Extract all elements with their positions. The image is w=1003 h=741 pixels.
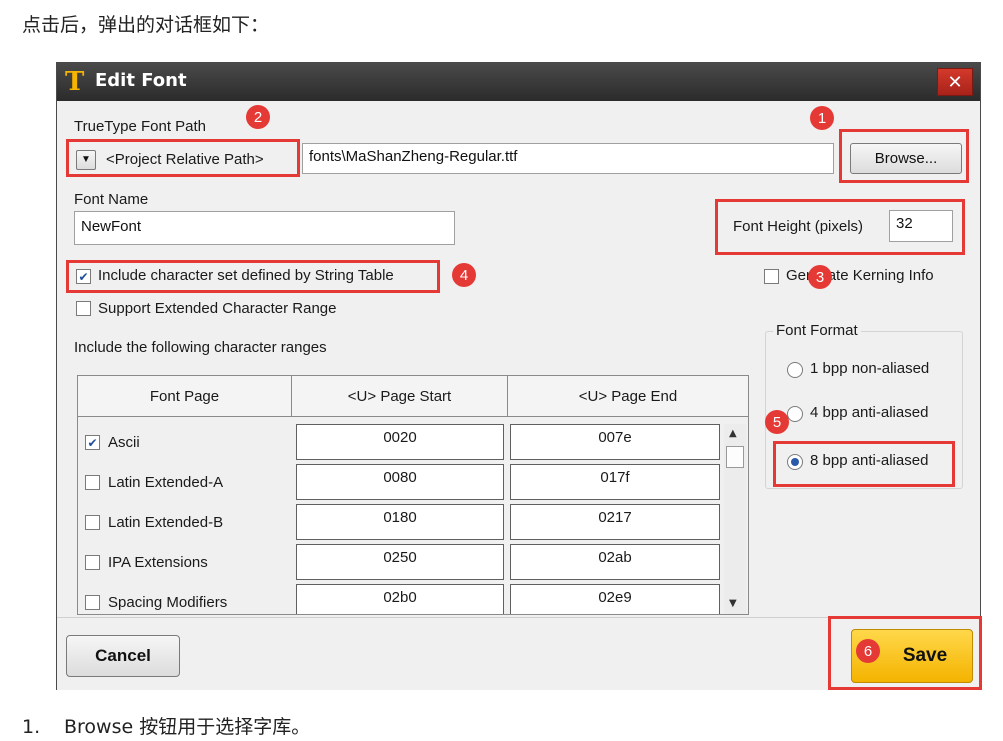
table-row: IPA Extensions — [78, 544, 292, 582]
page-end-input[interactable]: 0217 — [510, 504, 720, 540]
annotation-badge: 6 — [856, 639, 880, 663]
page-start-input[interactable]: 0080 — [296, 464, 504, 500]
page-end-input[interactable]: 017f — [510, 464, 720, 500]
extended-range-label: Support Extended Character Range — [98, 300, 337, 317]
row-label: Spacing Modifiers — [108, 594, 228, 611]
close-icon: ✕ — [947, 71, 963, 93]
intro-text: 点击后，弹出的对话框如下： — [22, 14, 270, 36]
row-label: IPA Extensions — [108, 554, 208, 571]
footer-number: 1. — [22, 716, 41, 738]
highlight-box-font-height — [715, 199, 965, 255]
page-start-input[interactable]: 02b0 — [296, 584, 504, 614]
row-checkbox[interactable] — [85, 555, 100, 570]
kerning-checkbox[interactable] — [764, 269, 779, 284]
scrollbar-thumb[interactable] — [726, 446, 744, 468]
title-bar[interactable]: T Edit Font ✕ — [57, 63, 980, 101]
table-row: Latin Extended-B — [78, 504, 292, 542]
annotation-badge: 3 — [808, 265, 832, 289]
row-checkbox[interactable] — [85, 475, 100, 490]
column-header[interactable]: Font Page — [78, 376, 292, 417]
ranges-label: Include the following character ranges — [74, 339, 327, 356]
row-label: Latin Extended-B — [108, 514, 224, 531]
close-button[interactable]: ✕ — [937, 68, 973, 96]
radio-1bpp[interactable] — [787, 362, 803, 378]
scroll-up-icon[interactable]: ▲ — [729, 428, 737, 439]
font-name-input[interactable]: NewFont — [74, 211, 455, 245]
radio-4bpp-label: 4 bpp anti-aliased — [810, 404, 929, 421]
page-start-input[interactable]: 0180 — [296, 504, 504, 540]
radio-4bpp[interactable] — [787, 406, 803, 422]
page-end-input[interactable]: 02e9 — [510, 584, 720, 614]
highlight-box-8bpp — [773, 441, 955, 487]
cancel-button[interactable]: Cancel — [66, 635, 180, 677]
row-checkbox[interactable] — [85, 595, 100, 610]
highlight-box-string-table — [66, 260, 440, 293]
radio-1bpp-label: 1 bpp non-aliased — [810, 360, 930, 377]
table-row: Latin Extended-A — [78, 464, 292, 502]
page-start-input[interactable]: 0020 — [296, 424, 504, 460]
font-path-label: TrueType Font Path — [74, 118, 207, 135]
extended-range-checkbox[interactable] — [76, 301, 91, 316]
row-label: Latin Extended-A — [108, 474, 224, 491]
footer-text: Browse 按钮用于选择字库。 — [64, 716, 311, 738]
character-range-table: Font Page <U> Page Start <U> Page End ✔ … — [77, 375, 749, 615]
font-name-label: Font Name — [74, 191, 149, 208]
annotation-badge: 1 — [810, 106, 834, 130]
row-checkbox[interactable] — [85, 515, 100, 530]
annotation-badge: 5 — [765, 410, 789, 434]
column-header[interactable]: <U> Page End — [508, 376, 748, 417]
footer-note: 1. Browse 按钮用于选择字库。 — [22, 712, 310, 739]
page-end-input[interactable]: 007e — [510, 424, 720, 460]
dialog-title: Edit Font — [95, 70, 187, 91]
table-row: Spacing Modifiers — [78, 584, 292, 614]
font-t-icon: T — [65, 67, 85, 97]
row-checkbox[interactable]: ✔ — [85, 435, 100, 450]
annotation-badge: 2 — [246, 105, 270, 129]
column-header[interactable]: <U> Page Start — [292, 376, 508, 417]
table-row: ✔ Ascii — [78, 424, 292, 462]
table-scrollbar[interactable]: ▲ ▼ — [724, 424, 746, 614]
font-path-input[interactable]: fonts\MaShanZheng-Regular.ttf — [302, 143, 834, 174]
page-start-input[interactable]: 0250 — [296, 544, 504, 580]
highlight-box-save — [828, 616, 982, 690]
row-label: Ascii — [108, 434, 140, 451]
page-end-input[interactable]: 02ab — [510, 544, 720, 580]
highlight-box-path-mode — [66, 139, 300, 177]
highlight-box-browse — [839, 129, 969, 183]
scroll-down-icon[interactable]: ▼ — [729, 598, 737, 609]
annotation-badge: 4 — [452, 263, 476, 287]
font-format-label: Font Format — [773, 322, 861, 339]
